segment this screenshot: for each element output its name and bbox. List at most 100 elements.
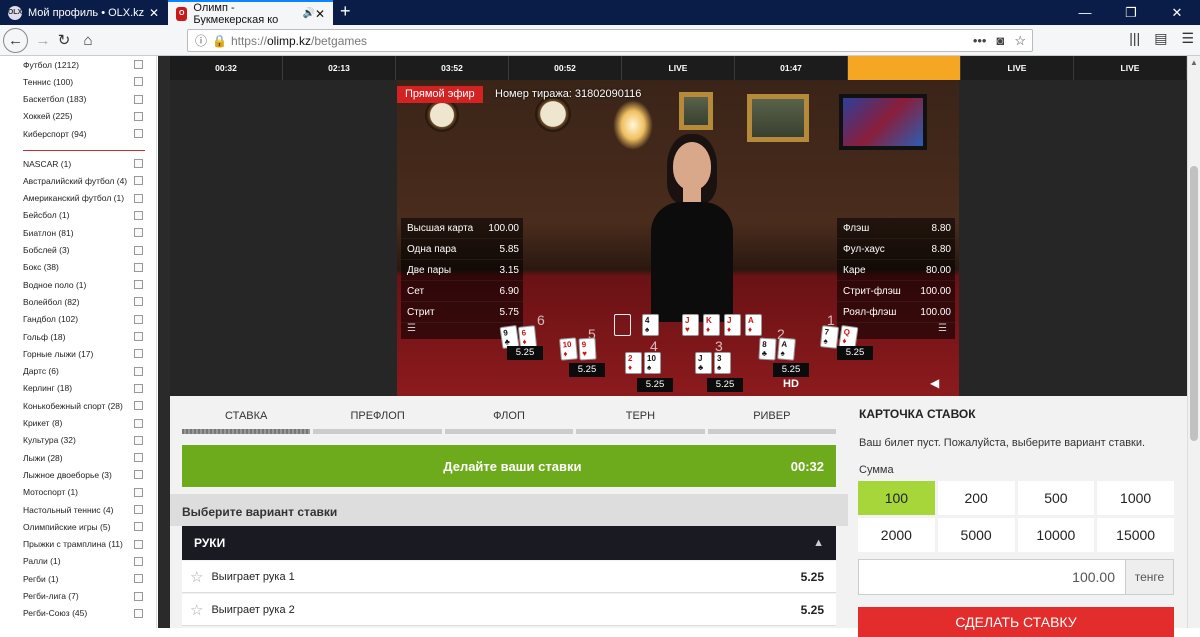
amount-preset-button[interactable]: 2000 [858,518,935,552]
sidebar-sport-item[interactable]: Прыжки с трамплина (11) [23,536,148,553]
game-timer-cell[interactable]: 00:52 [509,56,622,80]
checkbox[interactable] [134,193,143,203]
sidebar-sport-item[interactable]: Лыжное двоеборье (3) [23,466,148,483]
odds-row[interactable]: Стрит 5.75 [401,302,523,323]
checkbox[interactable] [134,94,143,104]
checkbox[interactable] [134,129,143,139]
tab-olimp[interactable]: O Олимп - Букмекерская ко 🔊 ✕ [168,0,333,26]
scroll-up-icon[interactable]: ▲ [1190,58,1198,67]
checkbox[interactable] [134,262,143,272]
checkbox[interactable] [134,332,143,341]
game-timer-cell[interactable] [848,56,961,80]
checkbox[interactable] [134,539,143,549]
sidebar-sport-item[interactable]: Настольный теннис (4) [23,501,148,518]
star-icon[interactable]: ☆ [190,601,203,619]
checkbox[interactable] [134,487,143,497]
sidebar-sport-item[interactable]: Лыжи (28) [23,449,148,466]
bet-option-row[interactable]: ☆ Выиграет рука 2 5.25 [182,594,836,626]
checkbox[interactable] [134,60,143,69]
checkbox[interactable] [134,522,143,532]
bet-option-row[interactable]: ☆ Выиграет рука 1 5.25 [182,561,836,593]
odds-row[interactable]: Стрит-флэш 100.00 [837,281,955,302]
odds-row[interactable]: Каре 80.00 [837,260,955,281]
amount-preset-button[interactable]: 200 [937,481,1015,515]
checkbox[interactable] [134,297,143,307]
checkbox[interactable] [134,77,143,87]
scroll-thumb[interactable] [1190,166,1198,441]
game-timer-cell[interactable]: 03:52 [396,56,509,80]
close-icon[interactable]: ✕ [149,6,159,20]
tab-flop[interactable]: ФЛОП [444,404,574,434]
odds-row[interactable]: Одна пара 5.85 [401,239,523,260]
hand-odds-chip[interactable]: 5.25 [569,363,605,377]
sidebar-sport-item[interactable]: Регби-лига (7) [23,588,148,605]
amount-preset-button[interactable]: 10000 [1017,518,1095,552]
amount-preset-button[interactable]: 500 [1017,481,1095,515]
game-timer-cell[interactable]: 01:47 [735,56,848,80]
checkbox[interactable] [134,591,143,601]
sidebar-sport-item[interactable]: Теннис (100) [23,73,148,90]
info-icon[interactable]: ⓘ [195,32,207,49]
speaker-icon[interactable]: 🔊 [302,8,314,19]
sidebar-sport-item[interactable]: Бобслей (3) [23,242,148,259]
checkbox[interactable] [134,245,143,255]
hand-odds-chip[interactable]: 5.25 [773,363,809,377]
checkbox[interactable] [134,470,143,480]
sidebar-sport-item[interactable]: Американский футбол (1) [23,190,148,207]
checkbox[interactable] [134,228,143,238]
sidebar-sport-item[interactable]: Биатлон (81) [23,224,148,241]
sidebar-sport-item[interactable]: Дартс (6) [23,363,148,380]
sidebar-sport-item[interactable]: Керлинг (18) [23,380,148,397]
hd-toggle[interactable]: HD [783,378,799,390]
amount-preset-button[interactable]: 100 [858,481,935,515]
amount-input[interactable]: 100.00 тенге [858,559,1174,595]
tab-river[interactable]: РИВЕР [707,404,837,434]
checkbox[interactable] [134,159,143,168]
tab-preflop[interactable]: ПРЕФЛОП [313,404,442,434]
page-scrollbar[interactable]: ▲ [1187,56,1200,628]
new-tab-icon[interactable]: + [340,1,351,22]
checkbox[interactable] [134,314,143,324]
odds-row[interactable]: Две пары 3.15 [401,260,523,281]
url-bar[interactable]: ⓘ 🔒 https:// olimp.kz /betgames ••• ◙ ☆ [187,29,1033,52]
sidebar-sport-item[interactable]: Водное поло (1) [23,276,148,293]
checkbox[interactable] [134,608,143,618]
library-icon[interactable]: ||| [1129,30,1140,47]
sidebar-sport-item[interactable]: Киберспорт (94) [23,125,148,142]
hand-odds-chip[interactable]: 5.25 [507,346,543,360]
sidebar-sport-item[interactable]: Горные лыжи (17) [23,345,148,362]
volume-icon[interactable]: ◀ [930,376,939,390]
home-icon[interactable]: ⌂ [76,29,100,51]
game-timer-cell[interactable]: 00:32 [170,56,283,80]
checkbox[interactable] [134,280,143,290]
game-timer-cell[interactable]: LIVE [961,56,1074,80]
sidebar-sport-item[interactable]: Бейсбол (1) [23,207,148,224]
odds-row[interactable]: Сет 6.90 [401,281,523,302]
hand-odds-chip[interactable]: 5.25 [637,378,673,392]
checkbox[interactable] [134,418,143,428]
checkbox[interactable] [134,176,143,186]
reload-icon[interactable]: ↻ [52,29,76,51]
odds-row[interactable]: Фул-хаус 8.80 [837,239,955,260]
checkbox[interactable] [134,111,143,121]
tab-olx[interactable]: OLX Мой профиль • OLX.kz ✕ [0,0,167,25]
sidebar-sport-item[interactable]: Австралийский футбол (4) [23,172,148,189]
sidebar-sport-item[interactable]: Мотоспорт (1) [23,484,148,501]
amount-value[interactable]: 100.00 [859,569,1125,585]
close-window-icon[interactable]: ✕ [1154,0,1200,25]
checkbox[interactable] [134,210,143,220]
pocket-icon[interactable]: ◙ [996,33,1004,49]
more-icon[interactable]: ••• [973,33,987,49]
chevron-up-icon[interactable]: ▲ [813,537,824,549]
sidebar-sport-item[interactable]: Крикет (8) [23,415,148,432]
odds-row[interactable]: Флэш 8.80 [837,218,955,239]
amount-preset-button[interactable]: 5000 [937,518,1015,552]
odds-row[interactable]: Роял-флэш 100.00 [837,302,955,323]
sidebar-sport-item[interactable]: Футбол (1212) [23,56,148,73]
sidebar-sport-item[interactable]: Олимпийские игры (5) [23,518,148,535]
amount-preset-button[interactable]: 1000 [1097,481,1174,515]
checkbox[interactable] [134,505,143,514]
sidebar-sport-item[interactable]: Ралли (1) [23,553,148,570]
sidebar-sport-item[interactable]: Культура (32) [23,432,148,449]
sidebar-sport-item[interactable]: Хоккей (225) [23,108,148,125]
